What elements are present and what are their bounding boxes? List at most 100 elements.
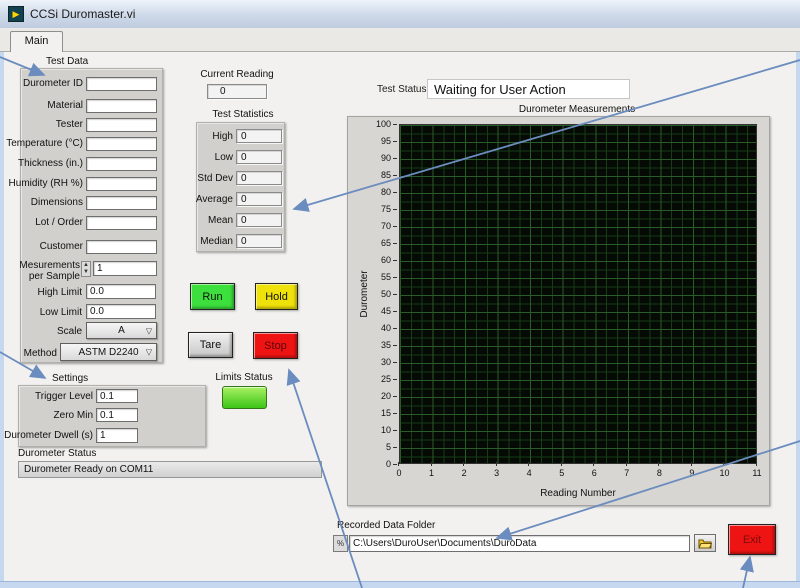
x-tick-label: 11 xyxy=(745,468,769,478)
labview-window: ▶ CCSi Duromaster.vi Main Test Data Mesu… xyxy=(0,0,800,588)
x-tick-label: 10 xyxy=(712,468,736,478)
stat-value-average: 0 xyxy=(236,192,282,206)
window-frame-left xyxy=(0,52,4,588)
limits-status-label: Limits Status xyxy=(214,372,274,383)
folder-icon xyxy=(698,538,712,549)
stat-value-median: 0 xyxy=(236,234,282,248)
stat-value-std-dev: 0 xyxy=(236,171,282,185)
input-lot-order[interactable] xyxy=(86,216,157,230)
method-value: ASTM D2240 xyxy=(78,347,138,358)
input-material[interactable] xyxy=(86,99,157,113)
tare-button[interactable]: Tare xyxy=(188,332,233,358)
window-frame-bottom xyxy=(0,581,800,588)
y-tick-label: 95 xyxy=(364,136,391,146)
high-limit-label: High Limit xyxy=(6,287,82,298)
exit-button[interactable]: Exit xyxy=(728,524,776,555)
method-dropdown[interactable]: ASTM D2240 ▽ xyxy=(60,343,157,361)
x-tick-label: 9 xyxy=(680,468,704,478)
test-data-group-label: Test Data xyxy=(46,56,88,67)
durometer-dwell-label: Durometer Dwell (s) xyxy=(4,430,93,441)
x-axis-label: Reading Number xyxy=(399,488,757,499)
spinner-up-icon[interactable]: ▲ xyxy=(83,262,89,269)
trigger-level-label: Trigger Level xyxy=(18,391,93,402)
y-tick-label: 60 xyxy=(364,255,391,265)
low-limit-input[interactable] xyxy=(86,304,156,319)
tab-main[interactable]: Main xyxy=(10,31,63,52)
tab-bar: Main xyxy=(0,28,800,52)
label-durometer-id: Durometer ID xyxy=(6,78,83,89)
y-tick-label: 20 xyxy=(364,391,391,401)
stat-label-mean: Mean xyxy=(190,215,233,226)
stat-value-high: 0 xyxy=(236,129,282,143)
input-tester[interactable] xyxy=(86,118,157,132)
x-tick-label: 7 xyxy=(615,468,639,478)
dropdown-arrow-icon[interactable]: ▽ xyxy=(146,326,152,335)
settings-group-label: Settings xyxy=(52,373,88,384)
x-tick-label: 3 xyxy=(485,468,509,478)
test-status-value: Waiting for User Action xyxy=(427,79,630,99)
run-button[interactable]: Run xyxy=(190,283,235,310)
durometer-status-value: Durometer Ready on COM11 xyxy=(18,461,322,478)
label-lot-order: Lot / Order xyxy=(6,217,83,228)
zero-min-input[interactable] xyxy=(96,408,138,422)
dropdown-arrow-icon[interactable]: ▽ xyxy=(146,347,152,356)
input-durometer-id[interactable] xyxy=(86,77,157,91)
stat-label-std-dev: Std Dev xyxy=(190,173,233,184)
y-tick-label: 40 xyxy=(364,323,391,333)
durometer-status-label: Durometer Status xyxy=(18,448,96,459)
window-frame-right xyxy=(796,52,800,588)
x-tick-label: 4 xyxy=(517,468,541,478)
chart-title: Durometer Measurements xyxy=(398,104,756,115)
window-title: CCSi Duromaster.vi xyxy=(30,7,135,21)
recorded-data-folder-input[interactable] xyxy=(349,535,690,552)
y-tick-label: 65 xyxy=(364,238,391,248)
label-dimensions: Dimensions xyxy=(6,197,83,208)
current-reading-value: 0 xyxy=(207,84,267,99)
high-limit-input[interactable] xyxy=(86,284,156,299)
label-thickness-in: Thickness (in.) xyxy=(6,158,83,169)
hold-button[interactable]: Hold xyxy=(255,283,298,310)
y-tick-label: 25 xyxy=(364,374,391,384)
stat-label-high: High xyxy=(190,131,233,142)
y-tick-label: 55 xyxy=(364,272,391,282)
stat-label-low: Low xyxy=(190,152,233,163)
input-dimensions[interactable] xyxy=(86,196,157,210)
y-tick-label: 35 xyxy=(364,340,391,350)
y-tick-label: 75 xyxy=(364,204,391,214)
x-tick-label: 0 xyxy=(387,468,411,478)
y-tick-label: 10 xyxy=(364,425,391,435)
y-tick-label: 100 xyxy=(364,119,391,129)
label-customer: Customer xyxy=(6,241,83,252)
current-reading-label: Current Reading xyxy=(200,69,274,80)
measurements-per-sample-input[interactable] xyxy=(93,261,157,276)
input-customer[interactable] xyxy=(86,240,157,254)
spinner-down-icon[interactable]: ▼ xyxy=(83,269,89,276)
measurements-per-sample-label: Mesurements per Sample xyxy=(18,260,80,282)
measurements-spinner[interactable]: ▲ ▼ xyxy=(81,261,91,277)
y-tick-label: 15 xyxy=(364,408,391,418)
browse-folder-button[interactable] xyxy=(694,534,716,552)
trigger-level-input[interactable] xyxy=(96,389,138,403)
label-material: Material xyxy=(6,100,83,111)
input-thickness-in[interactable] xyxy=(86,157,157,171)
y-tick-label: 30 xyxy=(364,357,391,367)
input-temperature-c[interactable] xyxy=(86,137,157,151)
stop-button[interactable]: Stop xyxy=(253,332,298,359)
stat-value-low: 0 xyxy=(236,150,282,164)
scale-dropdown[interactable]: A ▽ xyxy=(86,322,157,339)
chart-plot-area xyxy=(399,124,757,464)
x-tick-label: 5 xyxy=(550,468,574,478)
stat-value-mean: 0 xyxy=(236,213,282,227)
x-tick-label: 8 xyxy=(647,468,671,478)
input-humidity-rh[interactable] xyxy=(86,177,157,191)
app-icon-glyph: ▶ xyxy=(13,9,20,19)
test-statistics-group-label: Test Statistics xyxy=(202,109,284,120)
scale-label: Scale xyxy=(6,326,82,337)
durometer-dwell-input[interactable] xyxy=(96,428,138,443)
zero-min-label: Zero Min xyxy=(18,410,93,421)
y-tick-label: 45 xyxy=(364,306,391,316)
limits-status-led xyxy=(222,386,267,409)
path-type-icon: % xyxy=(333,535,348,552)
stat-label-average: Average xyxy=(190,194,233,205)
recorded-data-folder-label: Recorded Data Folder xyxy=(337,520,435,531)
